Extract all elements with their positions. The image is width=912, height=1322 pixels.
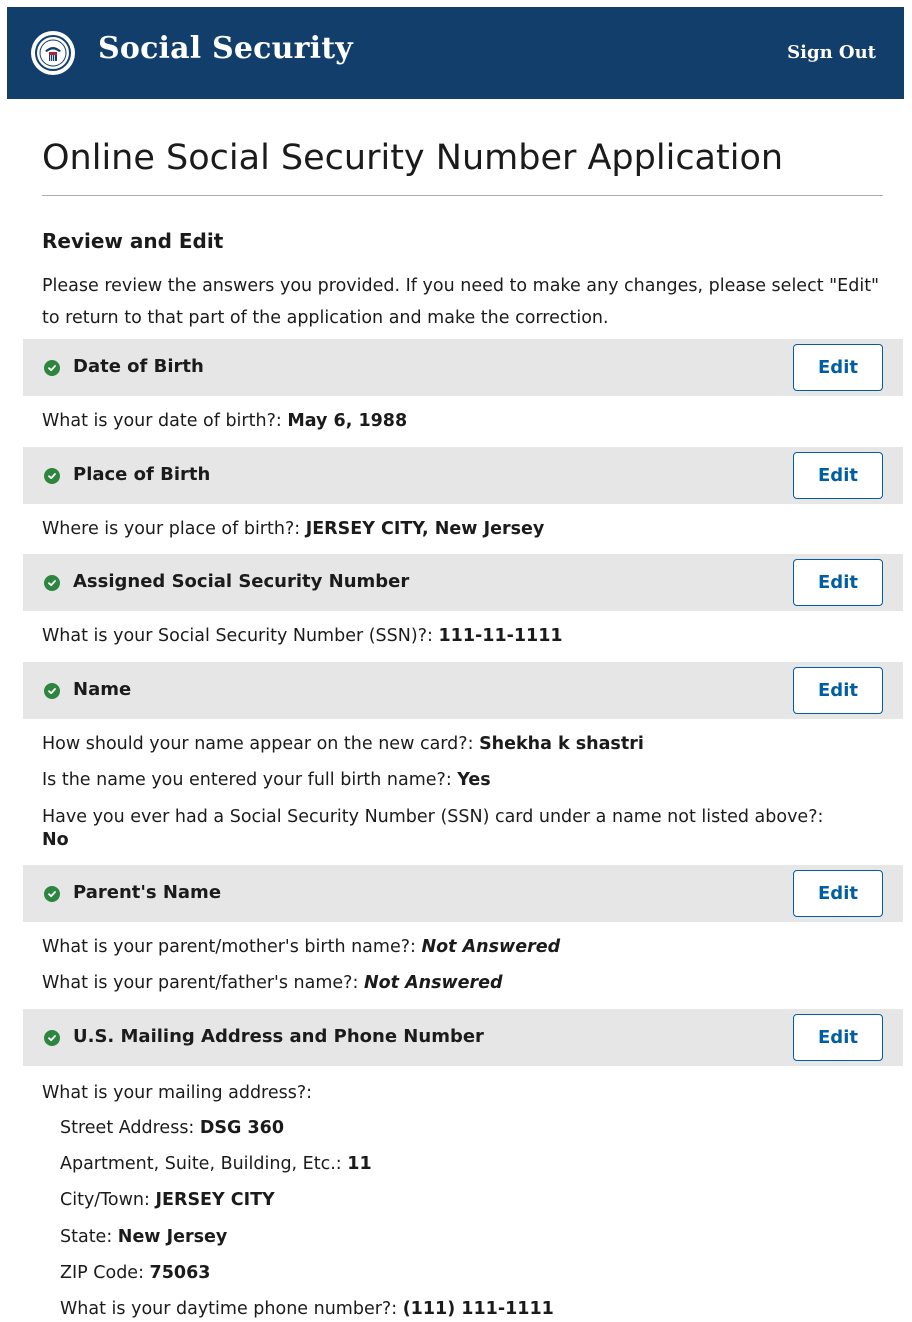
section-place-of-birth: Place of Birth Edit (23, 447, 903, 504)
question-label: What is your parent/father's name?: (42, 973, 359, 993)
check-circle-icon (44, 1030, 60, 1046)
question-label: Have you ever had a Social Security Numb… (42, 807, 824, 827)
answer-value: May 6, 1988 (287, 411, 408, 431)
section-title: Assigned Social Security Number (73, 571, 410, 592)
section-title: Parent's Name (73, 882, 222, 903)
qa-item: What is your daytime phone number?: (111… (60, 1298, 900, 1321)
qa-item: City/Town: JERSEY CITY (60, 1189, 900, 1212)
section-date-of-birth: Date of Birth Edit (23, 339, 903, 396)
answer-value: Not Answered (421, 937, 561, 957)
question-label: What is your Social Security Number (SSN… (42, 626, 433, 646)
question-label: ZIP Code: (60, 1263, 144, 1283)
question-label: City/Town: (60, 1190, 150, 1210)
qa-item: Apartment, Suite, Building, Etc.: 11 (60, 1153, 900, 1176)
ssa-seal-logo[interactable] (31, 31, 75, 75)
edit-date-of-birth-button[interactable]: Edit (793, 344, 883, 391)
site-brand-title[interactable]: Social Security (98, 31, 353, 66)
section-title: Date of Birth (73, 356, 204, 377)
check-circle-icon (44, 468, 60, 484)
qa-item: Is the name you entered your full birth … (42, 769, 882, 792)
qa-item: What is your parent/mother's birth name?… (42, 936, 882, 959)
qa-item: How should your name appear on the new c… (42, 733, 882, 756)
answer-value: Shekha k shastri (479, 734, 644, 754)
qa-item: Where is your place of birth?: JERSEY CI… (42, 518, 882, 541)
qa-item: What is your parent/father's name?: Not … (42, 972, 882, 995)
question-label: What is your mailing address?: (42, 1083, 313, 1103)
question-label: How should your name appear on the new c… (42, 734, 474, 754)
section-name: Name Edit (23, 662, 903, 719)
site-header: Social Security Sign Out (7, 7, 904, 99)
review-instructions: Please review the answers you provided. … (42, 276, 880, 328)
section-mailing-address-phone: U.S. Mailing Address and Phone Number Ed… (23, 1009, 903, 1066)
question-label: What is your date of birth?: (42, 411, 282, 431)
question-label: State: (60, 1227, 113, 1247)
section-parents-name: Parent's Name Edit (23, 865, 903, 922)
qa-item: Street Address: DSG 360 (60, 1117, 900, 1140)
answer-value: 111-11-1111 (438, 626, 563, 646)
answer-value: 75063 (149, 1263, 211, 1283)
answer-value: No (42, 830, 69, 850)
qa-item: What is your mailing address?: (42, 1082, 882, 1105)
check-circle-icon (44, 575, 60, 591)
sign-out-link[interactable]: Sign Out (787, 42, 876, 63)
answer-value: (111) 111-1111 (402, 1299, 554, 1319)
question-label: Apartment, Suite, Building, Etc.: (60, 1154, 342, 1174)
answer-value: New Jersey (117, 1227, 228, 1247)
question-label: Where is your place of birth?: (42, 519, 301, 539)
edit-assigned-ssn-button[interactable]: Edit (793, 559, 883, 606)
qa-item: ZIP Code: 75063 (60, 1262, 900, 1285)
answer-value: Not Answered (363, 973, 503, 993)
question-label: What is your daytime phone number?: (60, 1299, 398, 1319)
answer-value: JERSEY CITY, New Jersey (305, 519, 545, 539)
edit-name-button[interactable]: Edit (793, 667, 883, 714)
edit-parents-name-button[interactable]: Edit (793, 870, 883, 917)
check-circle-icon (44, 360, 60, 376)
review-heading: Review and Edit (42, 229, 224, 253)
answer-value: Yes (457, 770, 491, 790)
title-divider (42, 195, 883, 196)
question-label: What is your parent/mother's birth name?… (42, 937, 416, 957)
edit-place-of-birth-button[interactable]: Edit (793, 452, 883, 499)
answer-value: 11 (347, 1154, 372, 1174)
ssa-seal-emblem-icon (35, 35, 71, 71)
section-title: U.S. Mailing Address and Phone Number (73, 1026, 484, 1047)
section-title: Place of Birth (73, 464, 211, 485)
question-label: Street Address: (60, 1118, 195, 1138)
check-circle-icon (44, 683, 60, 699)
page-title: Online Social Security Number Applicatio… (42, 138, 784, 178)
check-circle-icon (44, 886, 60, 902)
answer-value: JERSEY CITY (155, 1190, 275, 1210)
answer-value: DSG 360 (199, 1118, 285, 1138)
qa-item: What is your Social Security Number (SSN… (42, 625, 882, 648)
section-assigned-ssn: Assigned Social Security Number Edit (23, 554, 903, 611)
section-title: Name (73, 679, 132, 700)
qa-item: Have you ever had a Social Security Numb… (42, 806, 882, 852)
qa-item: State: New Jersey (60, 1226, 900, 1249)
qa-item: What is your date of birth?: May 6, 1988 (42, 410, 882, 433)
edit-mailing-address-button[interactable]: Edit (793, 1014, 883, 1061)
question-label: Is the name you entered your full birth … (42, 770, 452, 790)
